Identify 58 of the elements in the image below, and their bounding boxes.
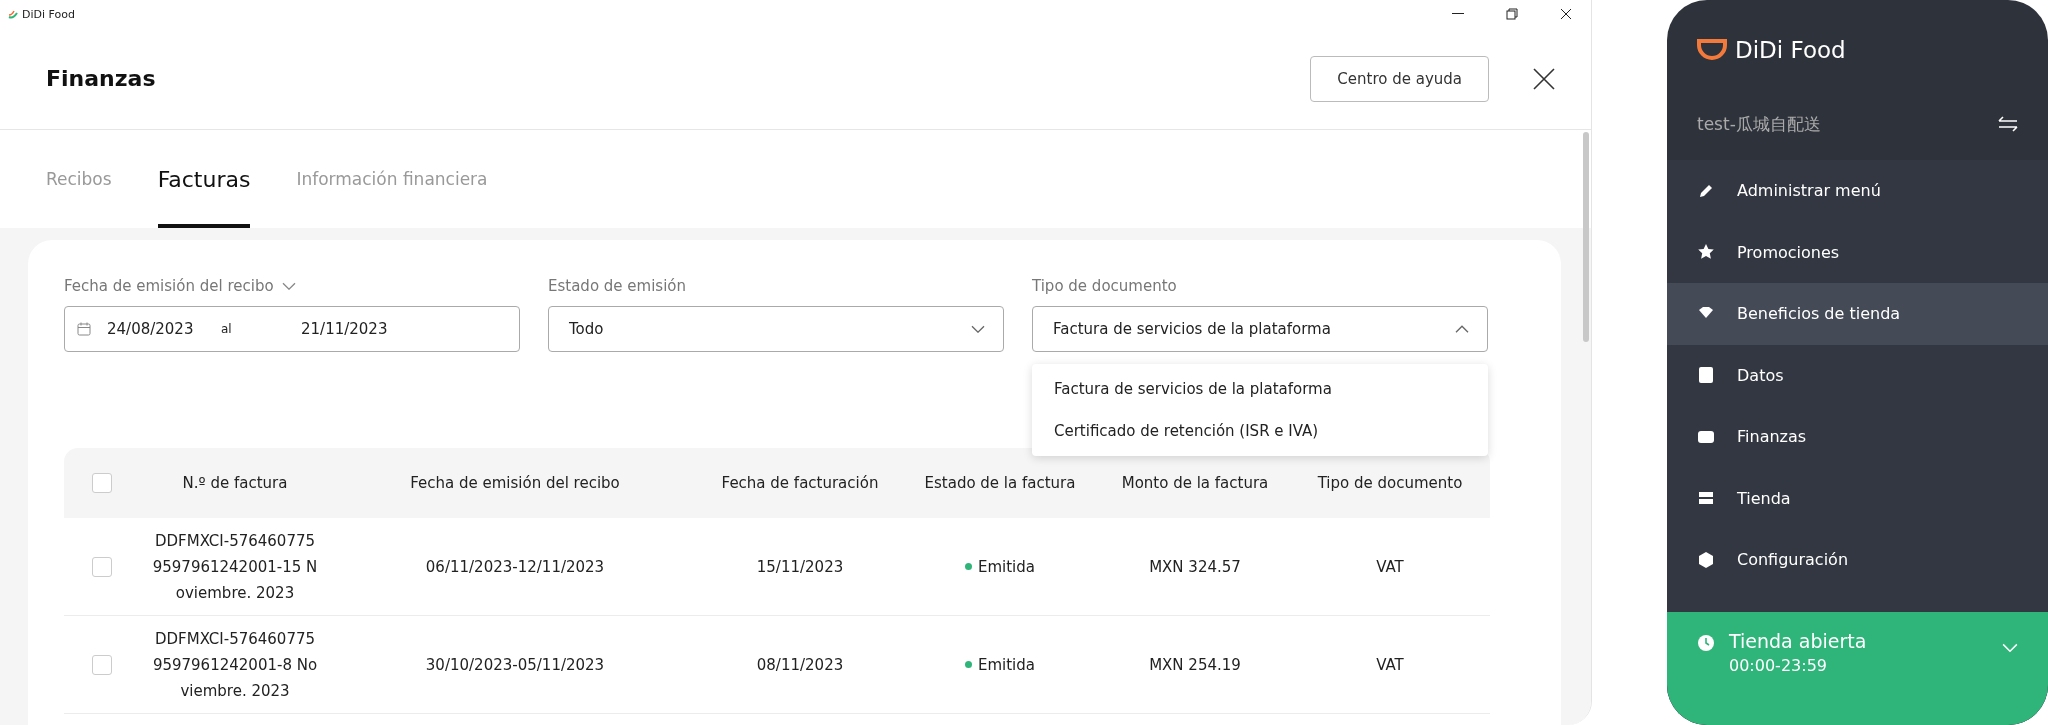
app-logo-icon: [8, 9, 18, 19]
store-status: Tienda abierta: [1729, 630, 1868, 652]
calendar-icon: [77, 322, 91, 336]
opening-hours: 00:00-23:59: [1729, 656, 1828, 675]
checkbox[interactable]: [92, 556, 112, 577]
filter-label: Tipo de documento: [1032, 277, 1177, 295]
table-cell-text: VAT: [1376, 556, 1404, 578]
hexagon-icon: [1697, 550, 1715, 569]
status-select[interactable]: Todo: [548, 306, 1004, 352]
nav-item[interactable]: Datos: [1667, 344, 2048, 406]
chevron-icon: [1455, 324, 1469, 334]
nav-item[interactable]: Tienda: [1667, 467, 2048, 529]
close-icon[interactable]: [1533, 67, 1555, 90]
table-cell-text: DDFMXCI-576460775 9597961242001-15 N oviembre. 2023: [152, 530, 318, 604]
nav-item[interactable]: Beneficios de tienda: [1667, 283, 2048, 345]
nav-item[interactable]: Promociones: [1667, 221, 2048, 283]
clock-icon: [1697, 634, 1715, 652]
minimize-icon[interactable]: [1452, 13, 1464, 15]
chevron-icon: [2002, 643, 2018, 653]
column-header: Fecha de facturación: [721, 473, 879, 494]
table-cell-text: DDFMXCI-576460775 9597961242001-8 No viembre. 2023: [152, 628, 318, 702]
date-range-field[interactable]: 24/08/2023 al 21/11/2023: [64, 306, 520, 352]
nav-item[interactable]: Finanzas: [1667, 406, 2048, 468]
switch-icon[interactable]: [1998, 116, 2018, 132]
table-cell-text: 08/11/2023: [756, 654, 844, 676]
table-cell-text: 30/10/2023-05/11/2023: [425, 654, 605, 676]
store-name: test-瓜城自配送: [1697, 112, 1822, 136]
dropdown-option[interactable]: Certificado de retención (ISR e IVA): [1032, 410, 1488, 452]
column-header: Tipo de documento: [1317, 473, 1463, 494]
column-header: N.º de factura: [182, 473, 288, 494]
checkbox[interactable]: [92, 654, 112, 675]
column-header: Monto de la factura: [1121, 473, 1269, 494]
column-header: Estado de la factura: [924, 473, 1076, 494]
filter-label: Fecha de emisión del recibo: [64, 277, 274, 295]
close-icon[interactable]: [1560, 8, 1572, 20]
chevron-icon: [281, 281, 296, 291]
nav-item[interactable]: Configuración: [1667, 529, 2048, 591]
brand-name: DiDi Food: [1735, 37, 1846, 63]
chevron-icon: [971, 324, 985, 334]
dropdown-option[interactable]: Factura de servicios de la plataforma: [1032, 368, 1488, 410]
page-title: Finanzas: [46, 66, 157, 91]
logo-icon: [1697, 39, 1727, 61]
window-title: DiDi Food: [22, 7, 76, 21]
restore-icon[interactable]: [1506, 8, 1518, 20]
table-cell-text: Emitida: [978, 654, 1035, 676]
nav-item[interactable]: Administrar menú: [1667, 160, 2048, 222]
table-cell-text: 06/11/2023-12/11/2023: [425, 556, 605, 578]
table-cell-text: 15/11/2023: [756, 556, 844, 578]
help-center-button[interactable]: Centro de ayuda: [1310, 55, 1489, 102]
table-cell-text: VAT: [1376, 654, 1404, 676]
table-cell-text: MXN 324.57: [1149, 556, 1241, 578]
filter-label: Estado de emisión: [548, 277, 687, 295]
table-cell-text: Emitida: [978, 556, 1035, 578]
column-header: Fecha de emisión del recibo: [410, 473, 620, 494]
checkbox[interactable]: [92, 473, 112, 493]
scrollbar[interactable]: [1583, 132, 1589, 342]
table-cell-text: MXN 254.19: [1149, 654, 1241, 676]
document-type-select[interactable]: Factura de servicios de la plataforma: [1032, 306, 1488, 352]
